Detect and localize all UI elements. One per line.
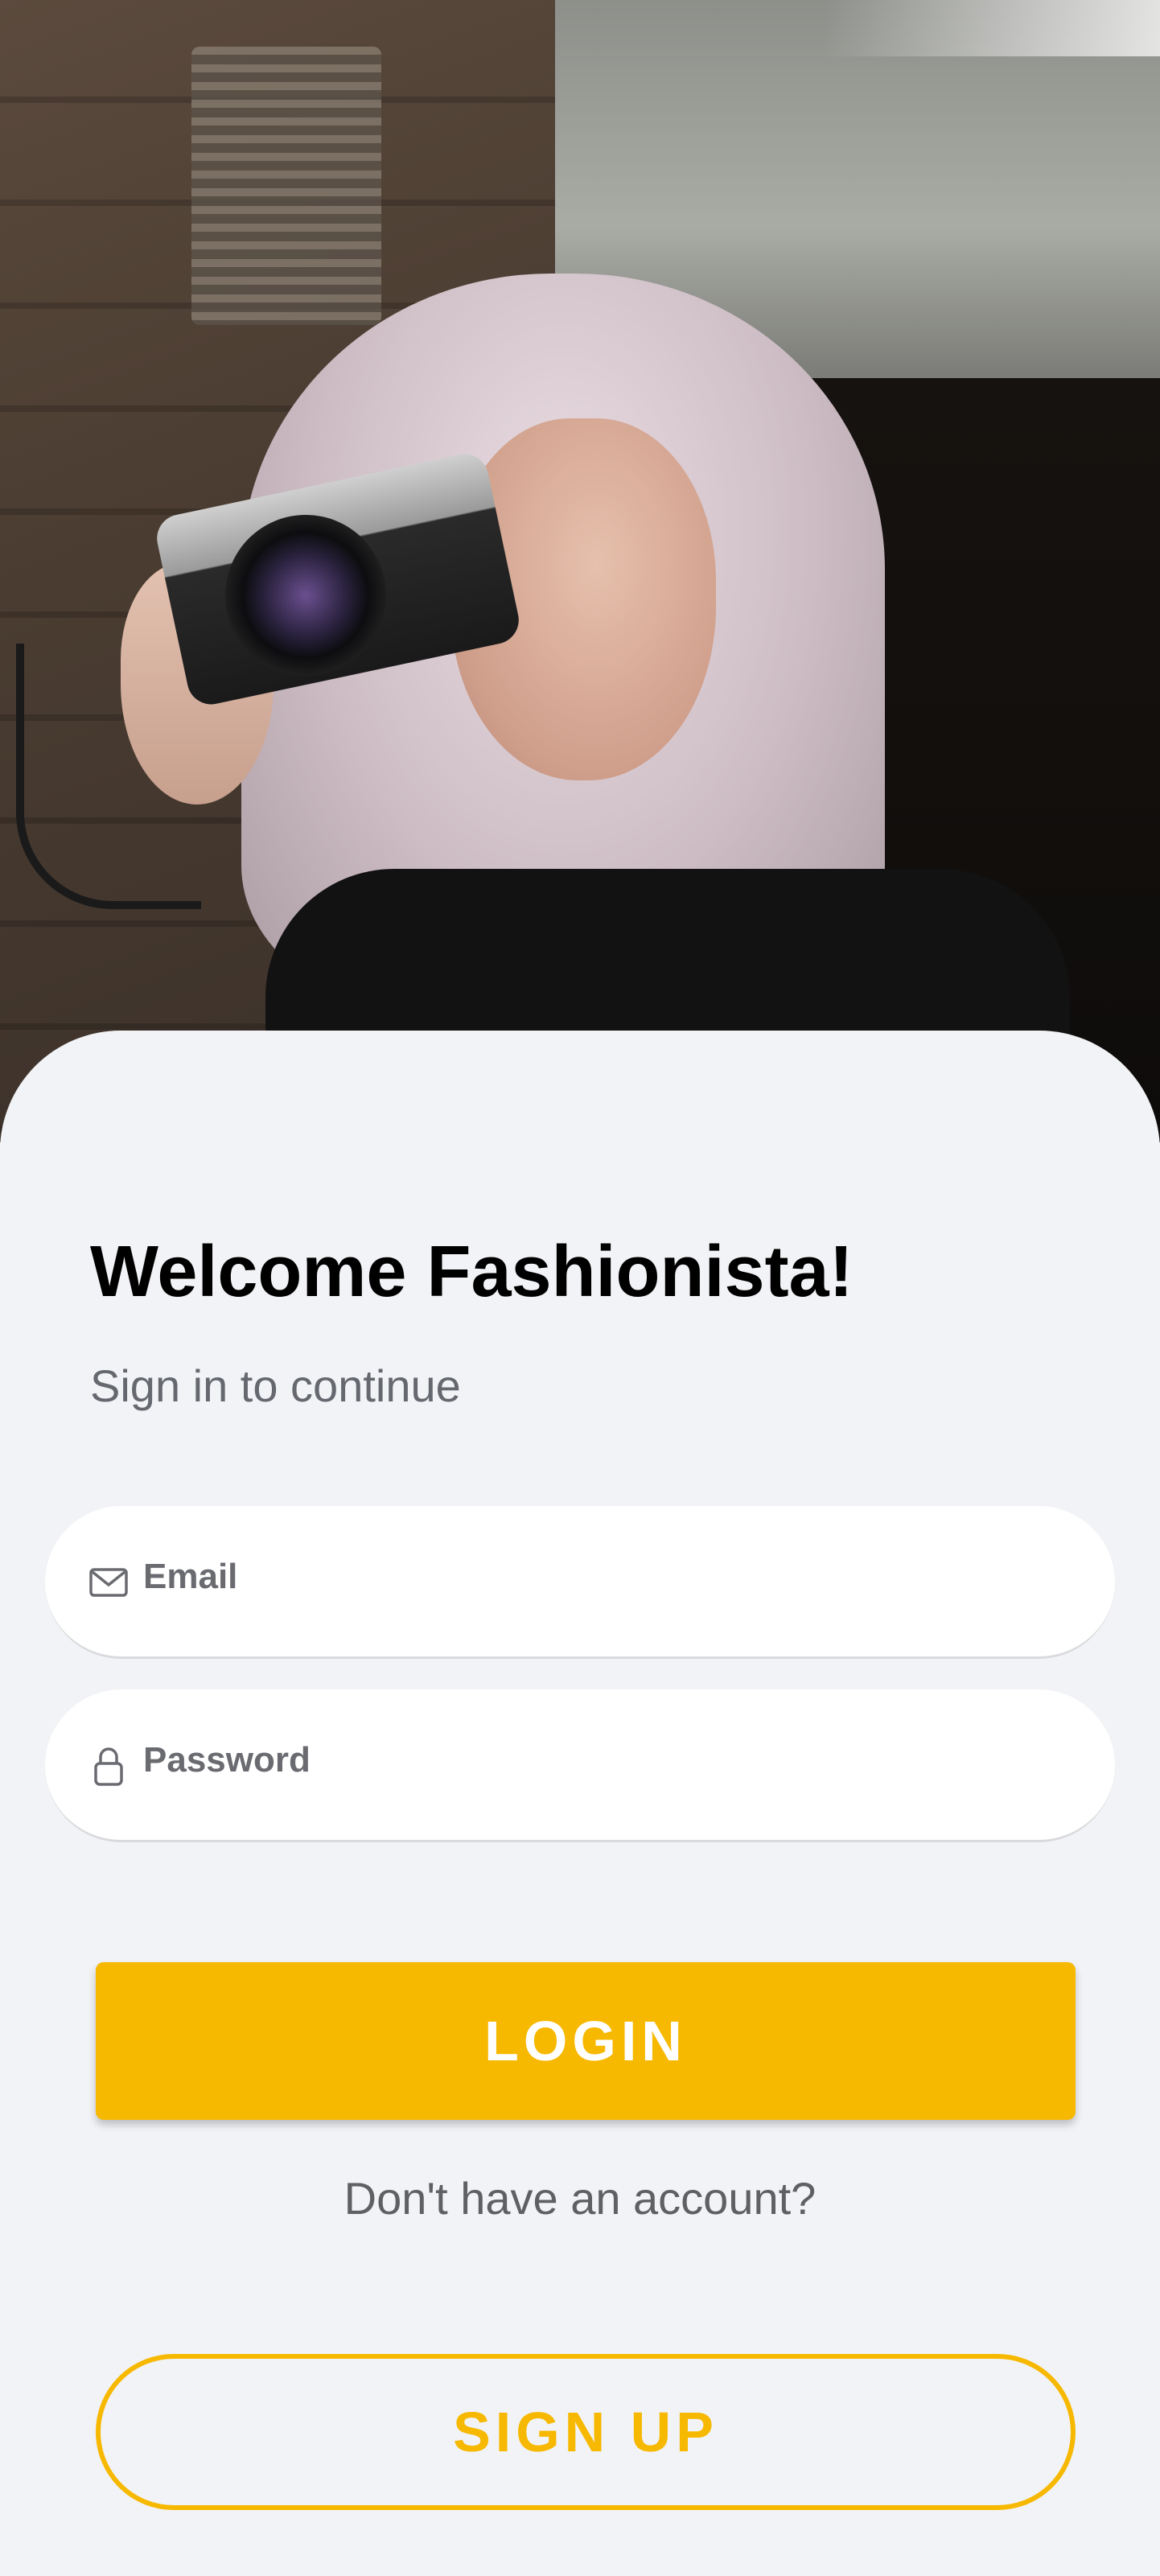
lock-icon (88, 1746, 129, 1786)
mail-icon (88, 1562, 129, 1603)
password-field[interactable]: Password (45, 1689, 1115, 1842)
camera-lens (225, 515, 386, 676)
no-account-text: Don't have an account? (343, 2173, 817, 2224)
login-button[interactable]: LOGIN (96, 1962, 1076, 2120)
email-field[interactable]: Email (45, 1506, 1115, 1659)
email-input[interactable] (143, 1538, 1067, 1628)
wall-vent (191, 47, 381, 325)
welcome-subtitle: Sign in to continue (90, 1360, 461, 1411)
hero-photo (0, 0, 1160, 1142)
password-input[interactable] (143, 1722, 1067, 1812)
signup-button[interactable]: SIGN UP (96, 2354, 1076, 2510)
welcome-title: Welcome Fashionista! (90, 1232, 854, 1312)
